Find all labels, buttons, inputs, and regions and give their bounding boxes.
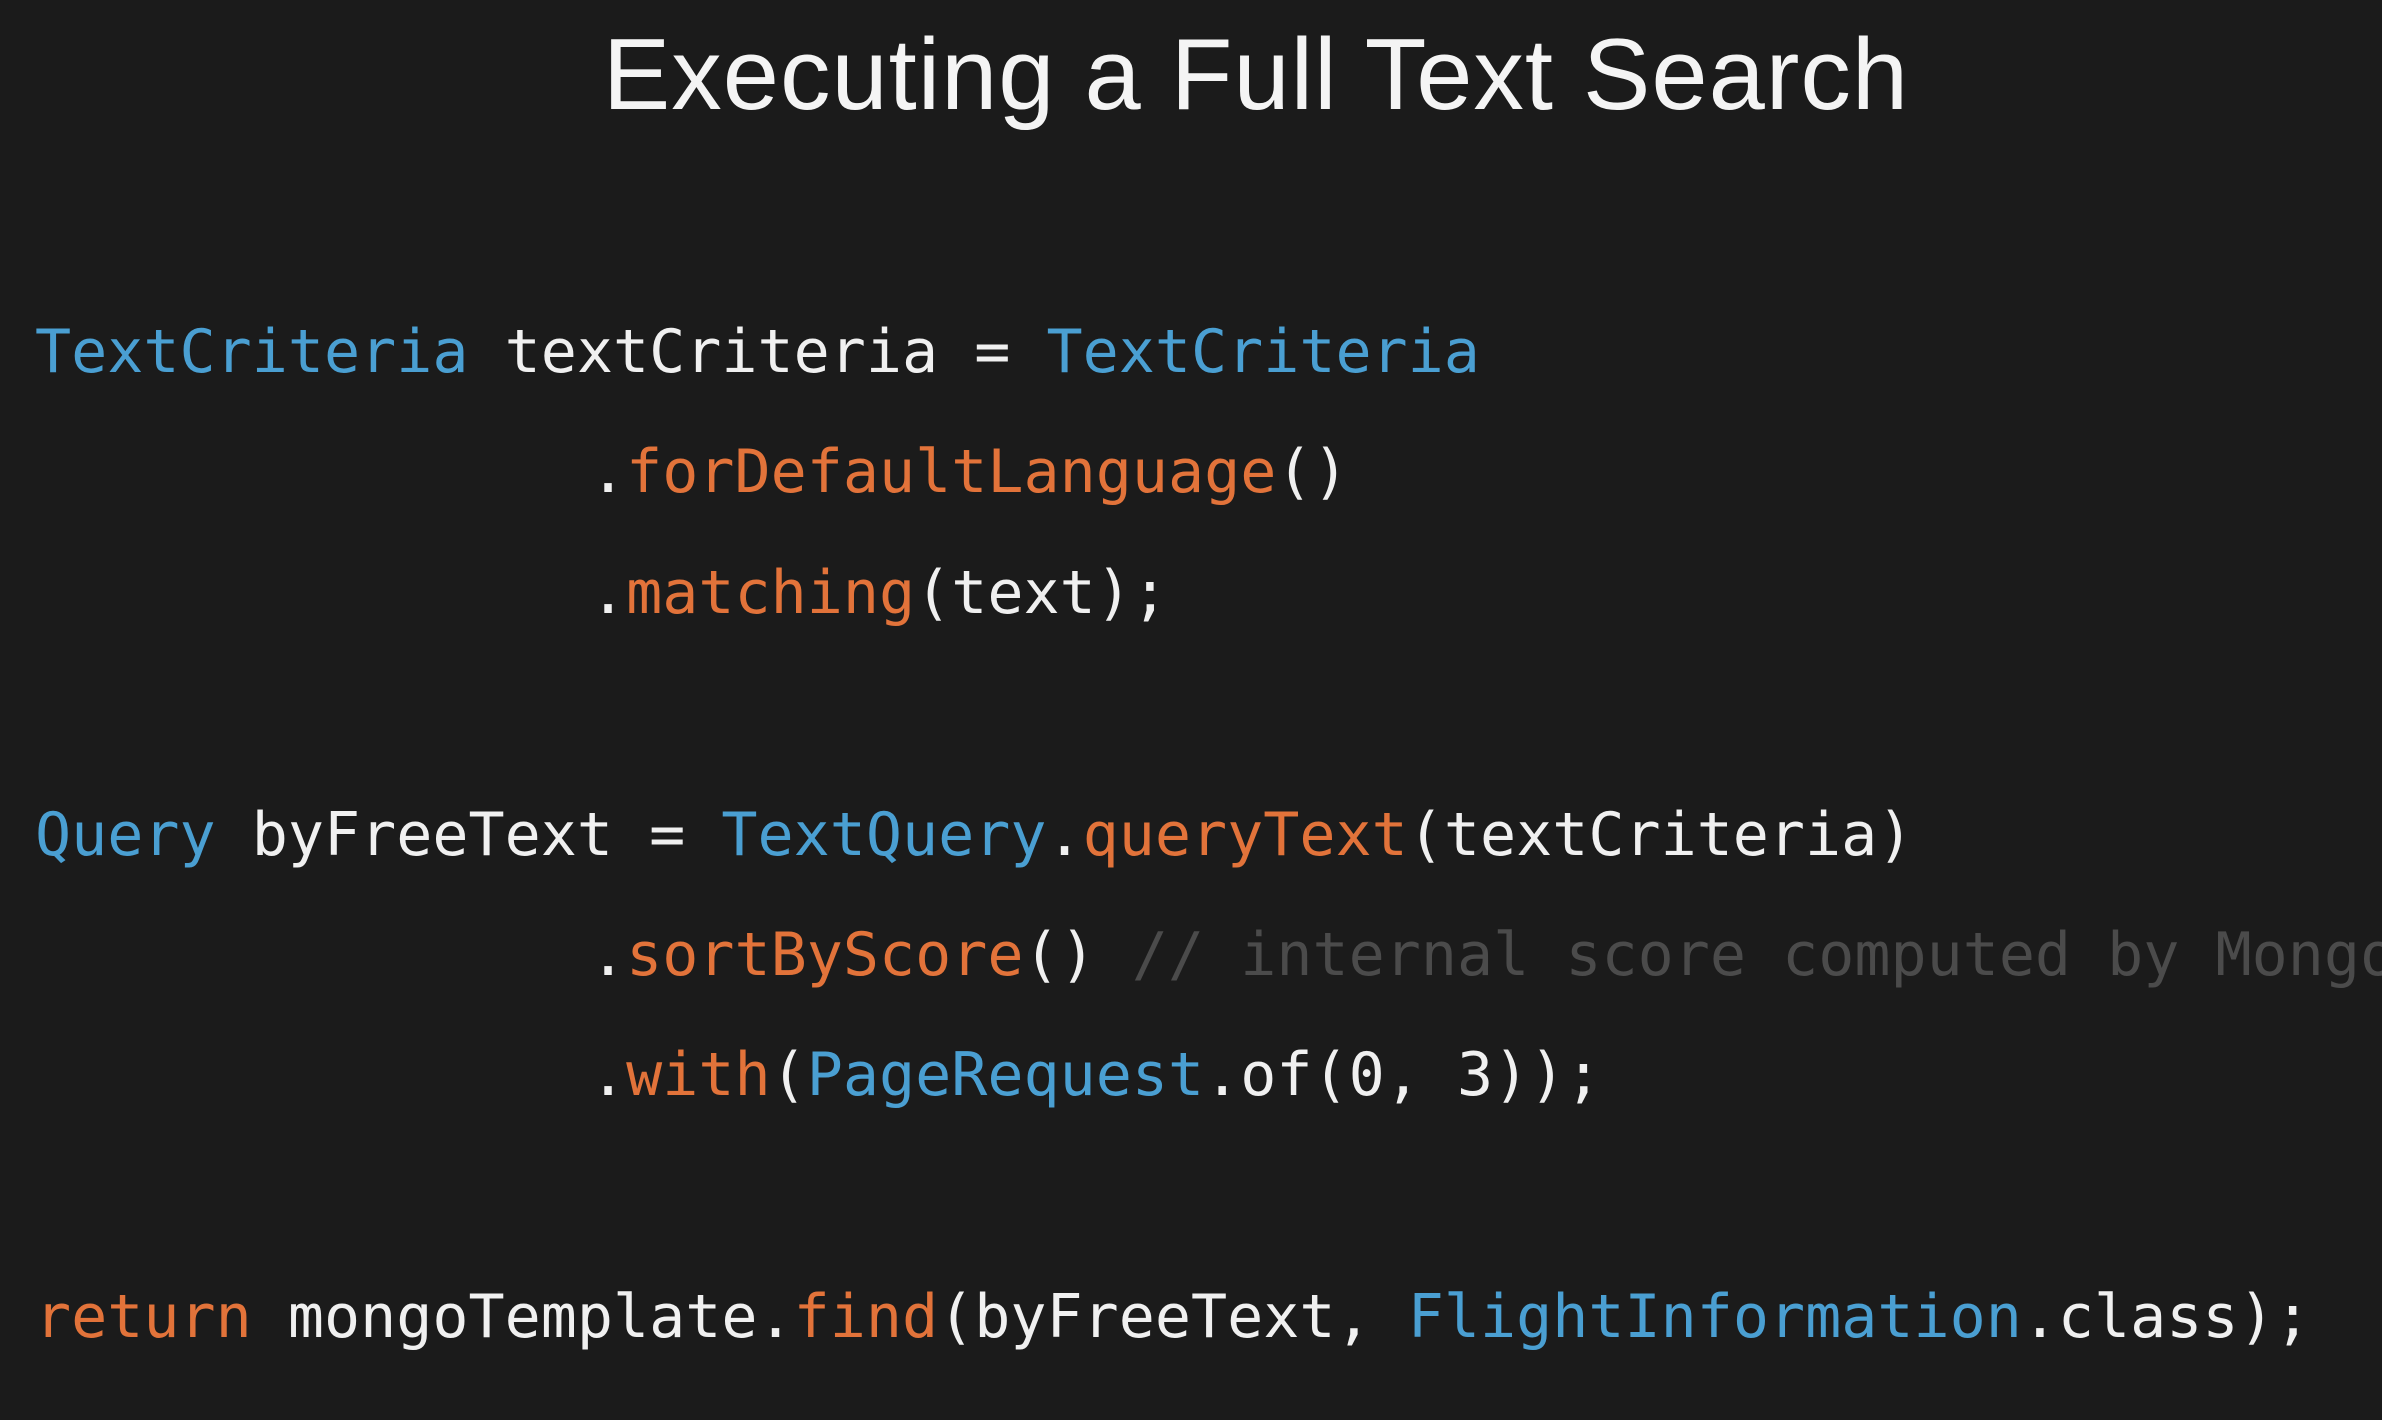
token-variable-byfreetext: byFreeText = xyxy=(215,800,722,870)
token-keyword-return: return xyxy=(35,1282,252,1352)
token-method-matching: matching xyxy=(626,558,916,628)
token-type-textcriteria-factory: TextCriteria xyxy=(1046,317,1480,387)
code-line-with-page-request: .with(PageRequest.of(0, 3)); xyxy=(35,1035,1601,1115)
token-args-byfreetext: (byFreeText, xyxy=(938,1282,1408,1352)
token-method-with: with xyxy=(626,1040,771,1110)
code-line-sort-by-score: .sortByScore() // internal score compute… xyxy=(35,915,2382,995)
token-class-suffix: .class); xyxy=(2021,1282,2311,1352)
token-parens: () xyxy=(1023,920,1132,990)
code-block: TextCriteria textCriteria = TextCriteria… xyxy=(35,0,2382,1352)
token-method-sortbyscore: sortByScore xyxy=(626,920,1024,990)
token-dot: . xyxy=(1046,800,1083,870)
token-args-textcriteria: (textCriteria) xyxy=(1407,800,1914,870)
code-line-return: return mongoTemplate.find(byFreeText, Fl… xyxy=(35,1277,2311,1357)
token-method-find: find xyxy=(793,1282,939,1352)
code-line-text-criteria-declaration: TextCriteria textCriteria = TextCriteria xyxy=(35,312,1480,392)
code-line-matching: .matching(text); xyxy=(35,553,1168,633)
slide: Executing a Full Text Search TextCriteri… xyxy=(0,0,2382,1420)
code-line-for-default-language: .forDefaultLanguage() xyxy=(35,432,1349,512)
token-method-querytext: queryText xyxy=(1082,800,1408,870)
token-type-textquery: TextQuery xyxy=(721,800,1047,870)
token-variable-textcriteria: textCriteria = xyxy=(468,317,1047,387)
token-dot: . xyxy=(590,920,627,990)
code-comment: // internal score computed by Mongo xyxy=(1131,920,2382,990)
code-line-query-declaration: Query byFreeText = TextQuery.queryText(t… xyxy=(35,795,1913,875)
token-dot: . xyxy=(590,558,627,628)
token-dot: . xyxy=(590,437,627,507)
token-method-fordefaultlanguage: forDefaultLanguage xyxy=(626,437,1277,507)
token-type-textcriteria: TextCriteria xyxy=(35,317,469,387)
token-type-query: Query xyxy=(35,800,216,870)
token-variable-mongotemplate: mongoTemplate. xyxy=(251,1282,794,1352)
token-open-paren: ( xyxy=(770,1040,807,1110)
token-type-pagerequest: PageRequest xyxy=(806,1040,1205,1110)
token-parens: () xyxy=(1276,437,1349,507)
token-args-of: .of(0, 3)); xyxy=(1204,1040,1602,1110)
token-type-flightinformation: FlightInformation xyxy=(1407,1282,2022,1352)
token-dot: . xyxy=(590,1040,627,1110)
token-args-text: (text); xyxy=(915,558,1168,628)
slide-title: Executing a Full Text Search xyxy=(602,19,1910,131)
